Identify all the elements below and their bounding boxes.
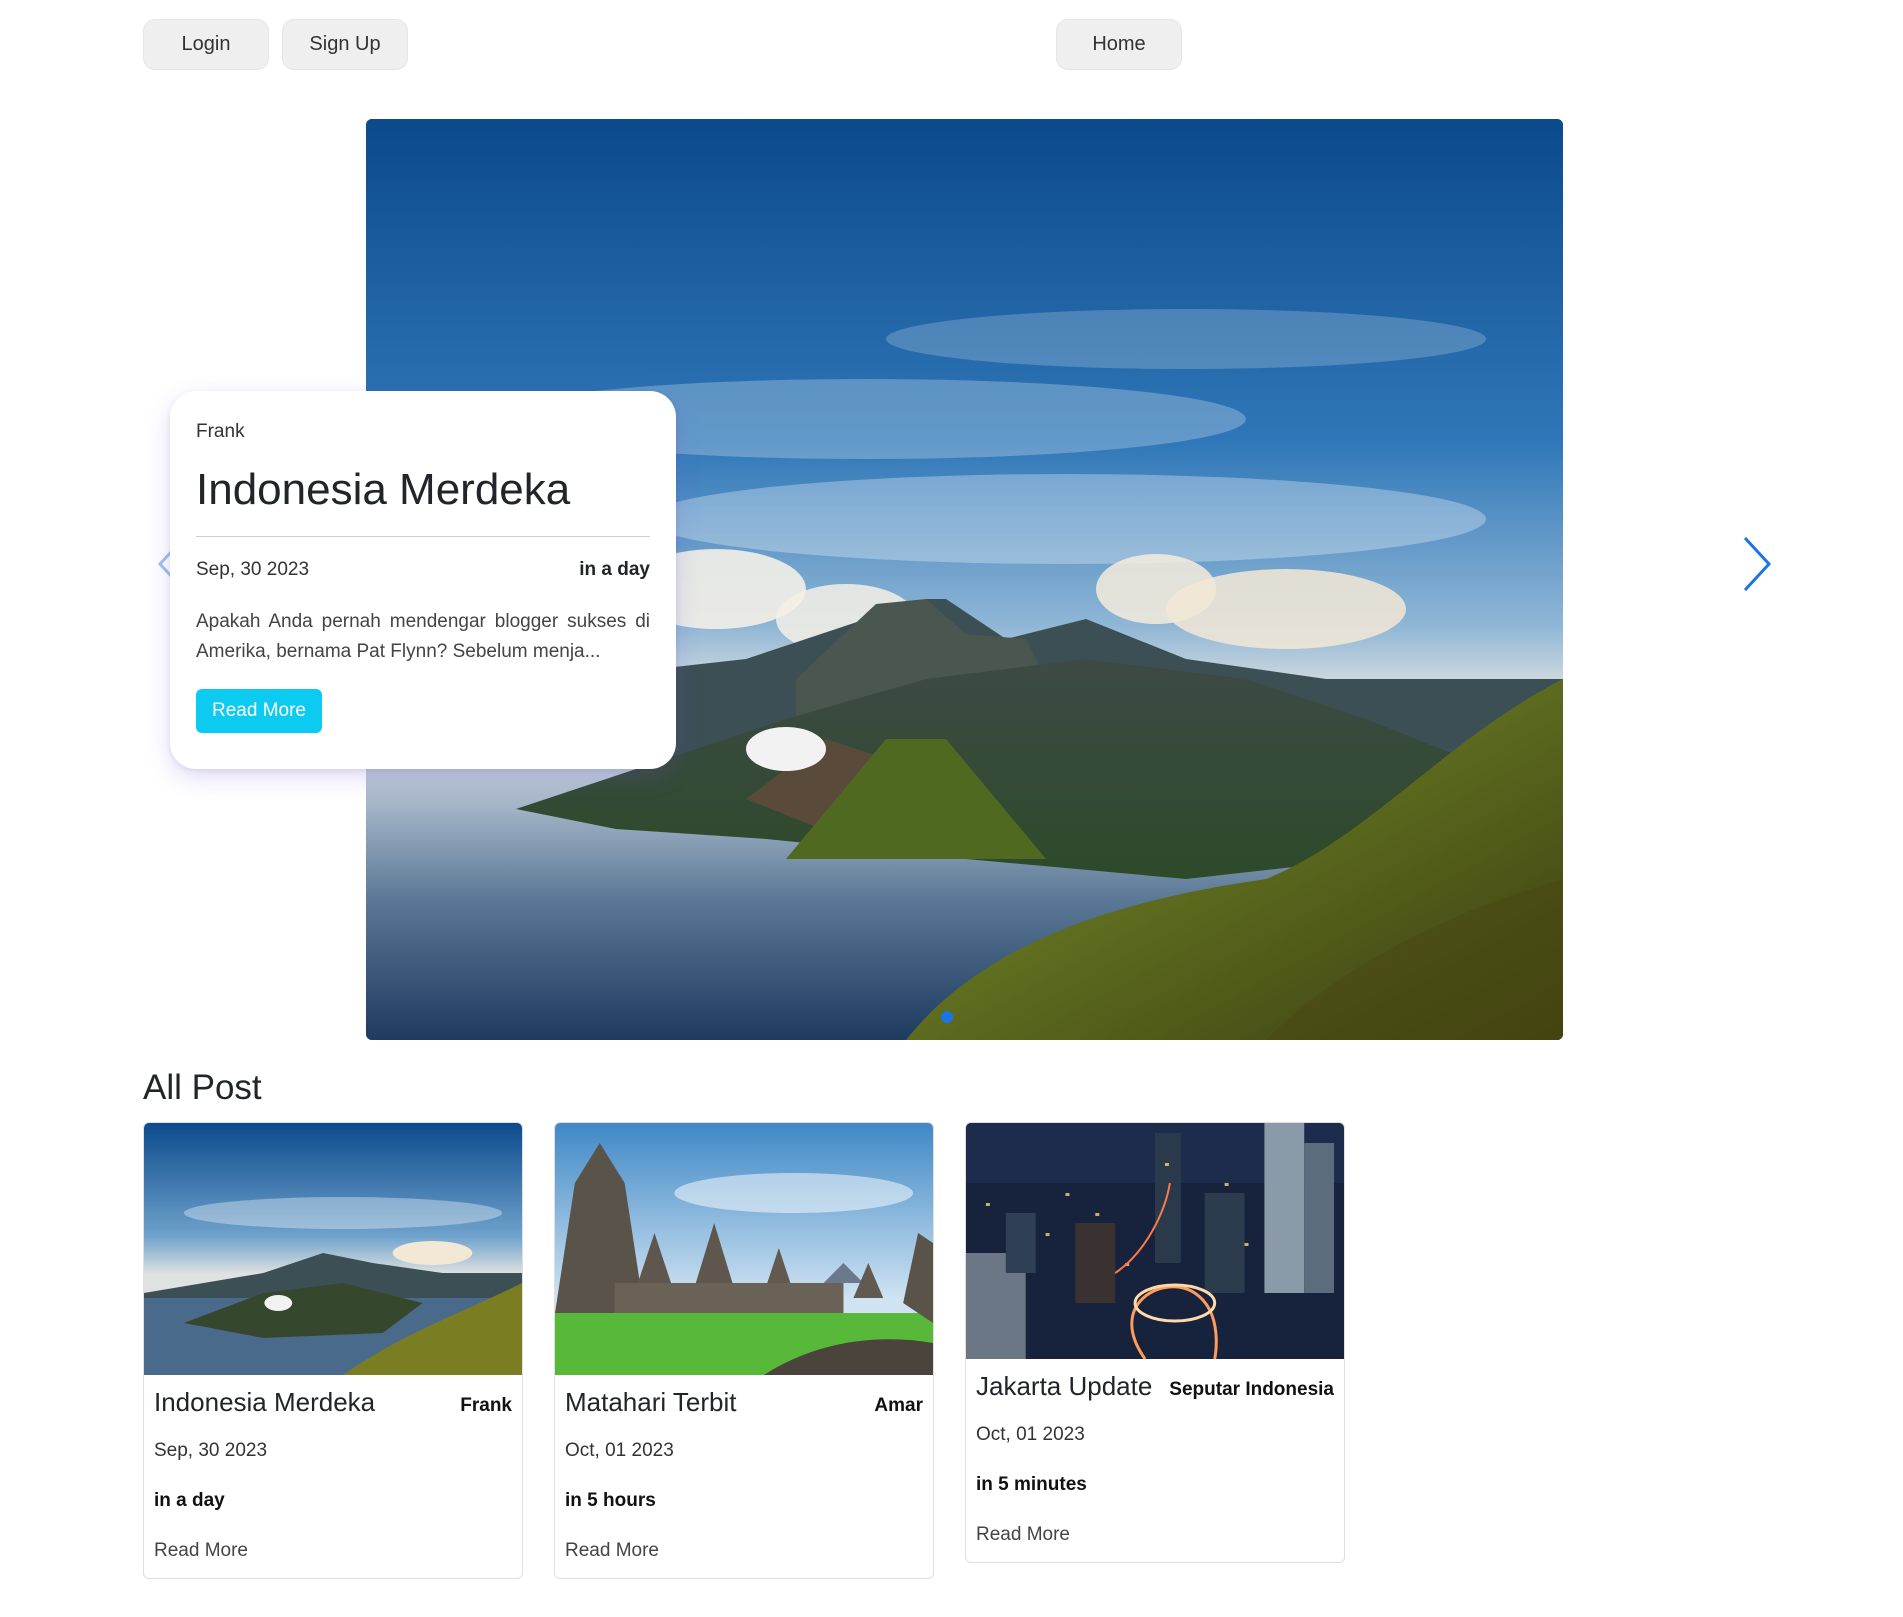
post-relative-time: in 5 minutes [976, 1474, 1087, 1495]
chevron-right-icon [1743, 536, 1772, 592]
post-date: Oct, 01 2023 [976, 1424, 1085, 1445]
hero-divider [196, 535, 650, 537]
hero-excerpt: Apakah Anda pernah mendengar blogger suk… [196, 610, 650, 662]
post-date: Oct, 01 2023 [565, 1440, 674, 1461]
post-read-more-link[interactable]: Read More [565, 1540, 923, 1562]
hero-title: Indonesia Merdeka [196, 465, 571, 514]
login-button[interactable]: Login [143, 19, 269, 70]
hero-date: Sep, 30 2023 [196, 558, 310, 580]
carousel-next-button[interactable] [1735, 532, 1775, 596]
post-card[interactable]: Indonesia Merdeka Frank Sep, 30 2023 in … [143, 1122, 523, 1579]
post-title: Indonesia Merdeka [154, 1387, 376, 1417]
post-read-more-link[interactable]: Read More [154, 1540, 512, 1562]
post-relative-time: in 5 hours [565, 1490, 656, 1511]
hero-meta: Sep, 30 2023 in a day [196, 559, 650, 581]
hero-post-card: Frank Indonesia Merdeka Sep, 30 2023 in … [170, 391, 676, 769]
city-night-image [966, 1123, 1344, 1359]
post-author: Frank [460, 1395, 512, 1416]
post-image [966, 1123, 1344, 1359]
home-button[interactable]: Home [1056, 19, 1182, 70]
post-relative-time: in a day [154, 1490, 225, 1511]
hero-read-more-button[interactable]: Read More [196, 688, 322, 733]
post-title: Matahari Terbit [565, 1387, 737, 1417]
carousel-indicator-dot[interactable] [941, 1011, 953, 1023]
temple-landscape-image [555, 1123, 933, 1375]
signup-button[interactable]: Sign Up [282, 19, 408, 70]
hero-relative-time: in a day [579, 558, 650, 580]
post-card[interactable]: Jakarta Update Seputar Indonesia Oct, 01… [965, 1122, 1345, 1563]
post-read-more-link[interactable]: Read More [976, 1524, 1334, 1546]
all-posts-heading: All Post [143, 1068, 262, 1107]
post-author: Seputar Indonesia [1169, 1379, 1334, 1400]
post-image [555, 1123, 933, 1375]
post-date: Sep, 30 2023 [154, 1440, 268, 1461]
post-author: Amar [874, 1395, 923, 1416]
post-image [144, 1123, 522, 1375]
mountain-landscape-image [144, 1123, 522, 1375]
post-title: Jakarta Update [976, 1371, 1153, 1401]
hero-author: Frank [196, 421, 245, 442]
post-card[interactable]: Matahari Terbit Amar Oct, 01 2023 in 5 h… [554, 1122, 934, 1579]
